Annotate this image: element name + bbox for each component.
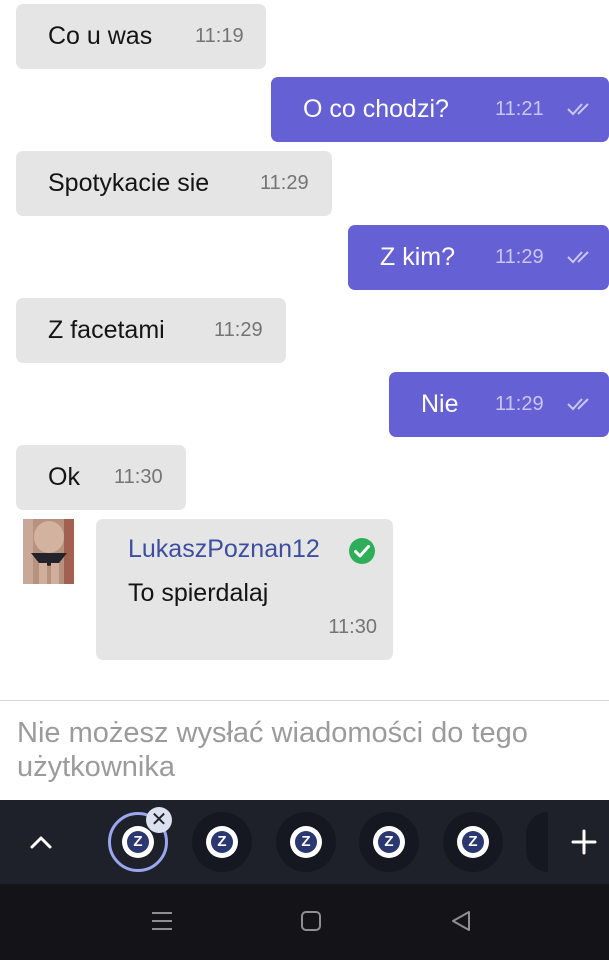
app-logo-icon: Z [373,826,405,858]
app-logo-icon: Z [290,826,322,858]
chat-tab-bar: Z Z Z Z Z [0,800,609,884]
message-time: 11:30 [114,466,163,488]
message-bubble-incoming[interactable]: Ok 11:30 [16,445,186,510]
message-bubble-outgoing[interactable]: Nie 11:29 [389,372,609,437]
back-icon[interactable] [450,910,472,932]
message-time: 11:19 [195,25,244,47]
chat-tab-partial[interactable] [526,812,548,872]
message-card-incoming[interactable]: LukaszPoznan12 To spierdalaj 11:30 [96,519,393,660]
chevron-up-icon[interactable] [29,832,53,852]
message-text: To spierdalaj [128,579,269,607]
message-bubble-outgoing[interactable]: O co chodzi? 11:21 [271,77,609,142]
messaging-disabled-notice: Nie możesz wysłać wiadomości do tego uży… [17,717,528,783]
message-text: Z kim? [380,243,455,271]
message-time: 11:29 [214,319,263,341]
avatar[interactable] [23,519,74,584]
double-check-icon [567,398,589,411]
message-time: 11:21 [495,98,544,120]
message-text: Ok [48,463,80,491]
sender-username[interactable]: LukaszPoznan12 [128,535,320,564]
home-icon[interactable] [300,910,322,932]
message-time: 11:30 [328,616,377,638]
system-nav-bar [0,884,609,960]
app-logo-icon: Z [457,826,489,858]
message-text: Spotykacie sie [48,169,210,197]
message-bubble-incoming[interactable]: Spotykacie sie 11:29 [16,151,332,216]
avatar-photo [23,519,74,584]
chat-tab[interactable]: Z [359,812,419,872]
menu-icon[interactable] [150,910,174,932]
message-time: 11:29 [495,393,544,415]
plus-icon[interactable] [571,829,597,855]
chat-area[interactable]: Co u was 11:19 O co chodzi? 11:21 Spotyk… [0,0,609,700]
message-bubble-incoming[interactable]: Co u was 11:19 [16,4,266,69]
message-text: Nie [421,390,459,418]
double-check-icon [567,251,589,264]
message-time: 11:29 [495,246,544,268]
chat-tab[interactable]: Z [276,812,336,872]
double-check-icon [567,103,589,116]
app-logo-icon: Z [206,826,238,858]
verified-check-icon [349,538,375,564]
app-logo-icon: Z [122,826,154,858]
chat-tab[interactable]: Z [192,812,252,872]
composer-divider [0,700,609,701]
message-text: O co chodzi? [303,95,449,123]
message-text: Co u was [48,22,153,50]
close-tab-icon[interactable]: ✕ [146,807,172,833]
message-time: 11:29 [260,172,309,194]
message-text: Z facetami [48,316,165,344]
message-bubble-incoming[interactable]: Z facetami 11:29 [16,298,286,363]
message-bubble-outgoing[interactable]: Z kim? 11:29 [348,225,609,290]
chat-tab[interactable]: Z [443,812,503,872]
